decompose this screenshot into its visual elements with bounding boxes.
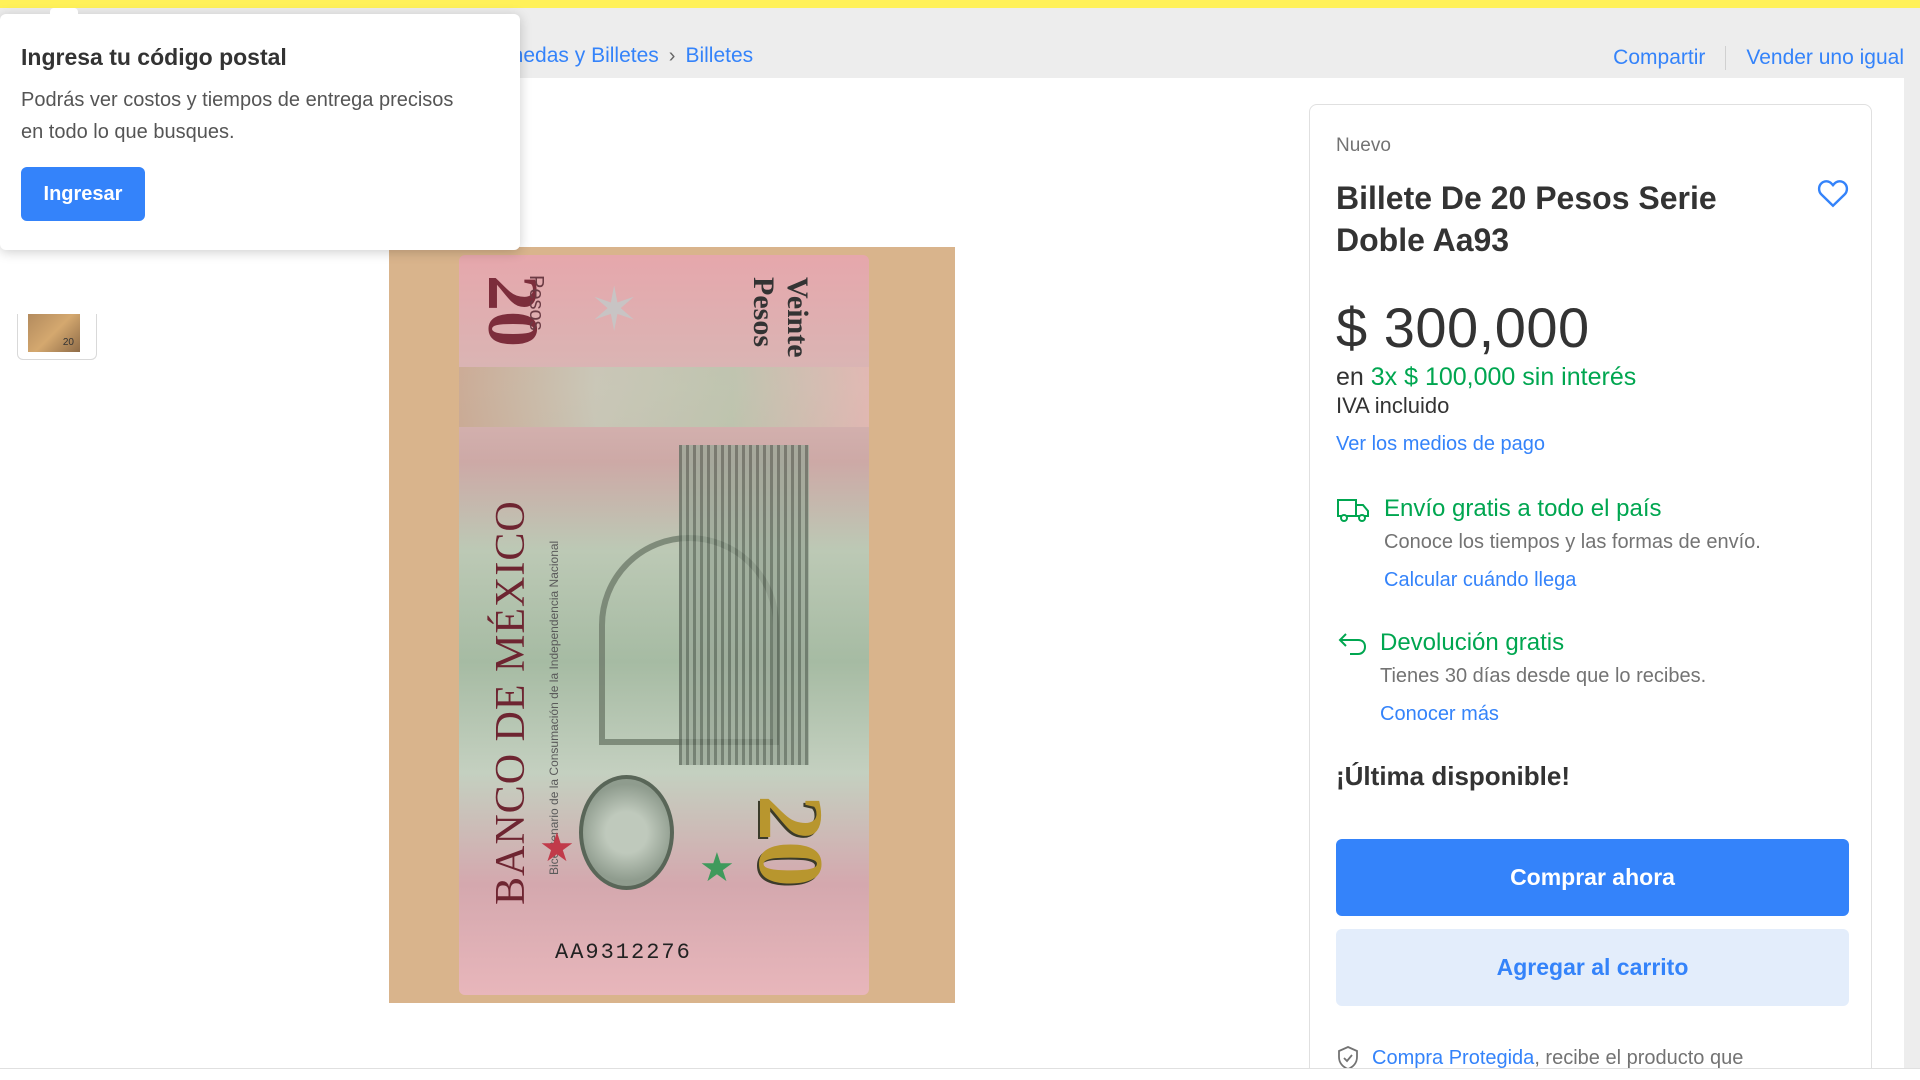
shipping-subtitle: Conoce los tiempos y las formas de envío… [1384, 531, 1761, 553]
banknote-red-star: ★ [539, 826, 575, 870]
banknote-image: ✶ 20 Pesos Veinte Pesos BANCO DE MÉXICO … [459, 255, 869, 995]
breadcrumb-item-billetes[interactable]: Billetes [685, 44, 753, 68]
calculate-delivery-link[interactable]: Calcular cuándo llega [1384, 569, 1576, 592]
thumbnail-image: 20 [28, 314, 80, 352]
sell-similar-link[interactable]: Vender uno igual [1746, 46, 1904, 70]
popover-text: Podrás ver costos y tiempos de entrega p… [21, 89, 454, 143]
shipping-title: Envío gratis a todo el país [1384, 495, 1662, 522]
product-main-image[interactable]: ✶ 20 Pesos Veinte Pesos BANCO DE MÉXICO … [389, 247, 955, 1003]
protected-purchase-link[interactable]: Compra Protegida [1372, 1047, 1534, 1069]
postal-code-popover: Ingresa tu código postal Podrás ver cost… [0, 8, 520, 250]
buy-now-button[interactable]: Comprar ahora [1336, 839, 1849, 916]
chevron-right-icon: › [668, 44, 676, 67]
gallery-thumbnail[interactable]: 20 [17, 314, 97, 360]
actions-divider [1725, 46, 1727, 70]
banknote-green-star: ★ [699, 846, 735, 890]
banknote-serial-number: AA9312276 [555, 940, 692, 965]
banknote-security-band [459, 367, 869, 427]
banknote-gold-denomination: 20 [740, 795, 842, 887]
heart-icon[interactable] [1814, 175, 1852, 211]
installments-value: 3x $ 100,000 sin interés [1370, 363, 1637, 391]
protection-text: , recibe el producto que [1534, 1046, 1744, 1069]
banknote-bank-name: BANCO DE MÉXICO [488, 500, 534, 905]
popover-notch [50, 8, 78, 20]
header-actions: Compartir Vender uno igual [1613, 46, 1904, 70]
header-yellow-strip [0, 0, 1920, 14]
banknote-crowd-illustration [679, 445, 809, 765]
returns-subtitle: Tienes 30 días desde que lo recibes. [1380, 665, 1707, 687]
returns-learn-more-link[interactable]: Conocer más [1380, 703, 1499, 726]
breadcrumb: onedas y Billetes › Billetes [500, 44, 753, 68]
product-price: $ 300,000 [1336, 296, 1590, 359]
page-bottom-area [0, 1069, 1920, 1080]
banknote-seal [579, 775, 674, 890]
tax-info: IVA incluido [1336, 393, 1450, 418]
product-title: Billete De 20 Pesos Serie Doble Aa93 [1336, 180, 1717, 258]
return-arrow-icon [1338, 633, 1367, 655]
banknote-star-watermark: ✶ [589, 276, 640, 343]
enter-postal-code-button[interactable]: Ingresar [21, 167, 145, 221]
installments-info: en 3x $ 100,000 sin interés [1336, 363, 1636, 392]
returns-title: Devolución gratis [1380, 629, 1565, 656]
share-link[interactable]: Compartir [1613, 46, 1705, 70]
product-condition: Nuevo [1336, 135, 1391, 156]
add-to-cart-button[interactable]: Agregar al carrito [1336, 929, 1849, 1006]
thumbnail-label: 20 [62, 337, 74, 348]
banknote-pesos-word: Pesos [525, 275, 547, 331]
installments-prefix: en [1336, 363, 1371, 391]
popover-title: Ingresa tu código postal [21, 44, 287, 70]
truck-icon [1337, 499, 1369, 522]
buy-box: Nuevo Billete De 20 Pesos Serie Doble Aa… [1309, 104, 1872, 1080]
payment-methods-link[interactable]: Ver los medios de pago [1336, 433, 1545, 456]
breadcrumb-item-category[interactable]: onedas y Billetes [500, 44, 659, 68]
banknote-veinte-pesos: Veinte Pesos [747, 277, 814, 358]
stock-status: ¡Última disponible! [1336, 761, 1570, 791]
